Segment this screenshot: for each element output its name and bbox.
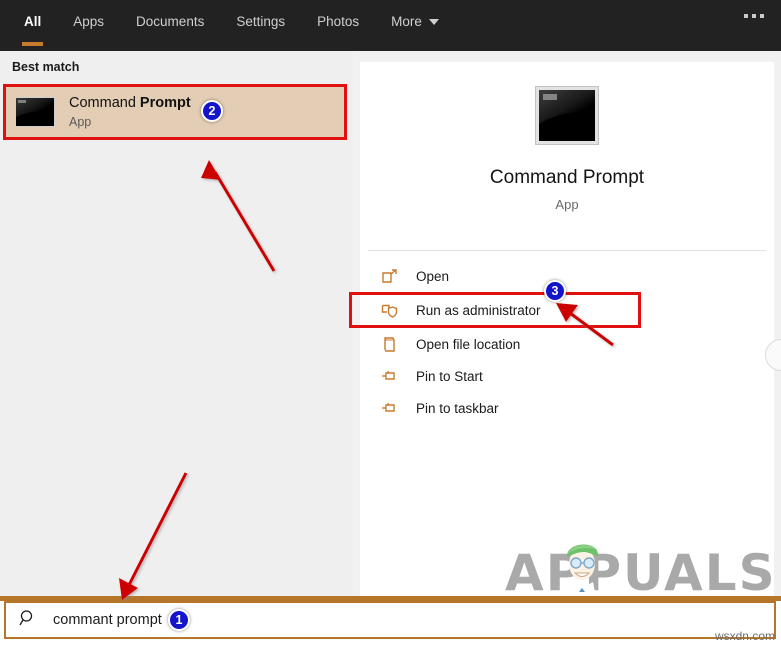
best-match-heading: Best match: [12, 60, 80, 74]
run-as-administrator-label: Run as administrator: [416, 302, 541, 318]
folder-icon: [380, 335, 398, 353]
tab-documents-label: Documents: [136, 14, 205, 29]
tab-documents[interactable]: Documents: [120, 0, 220, 43]
best-match-subtitle: App: [69, 114, 92, 129]
best-match-title: Command Prompt: [69, 94, 191, 112]
tab-all[interactable]: All: [8, 0, 57, 46]
tab-apps[interactable]: Apps: [57, 0, 120, 43]
tab-all-label: All: [24, 14, 42, 29]
tab-apps-label: Apps: [73, 14, 105, 29]
best-match-title-bold: Prompt: [139, 94, 191, 111]
chevron-down-icon: [428, 18, 439, 25]
shield-icon: [380, 301, 398, 319]
tab-more-label: More: [391, 14, 422, 29]
app-hero: Command Prompt App: [360, 62, 774, 249]
app-type: App: [555, 197, 579, 212]
app-title: Command Prompt: [489, 167, 645, 188]
step-badge-1: 1: [168, 609, 190, 631]
open-file-location-label: Open file location: [416, 336, 521, 352]
command-prompt-icon: [535, 86, 599, 145]
open-external-icon: [380, 267, 398, 285]
run-as-administrator-action[interactable]: Run as administrator: [349, 292, 641, 328]
search-icon: [19, 609, 37, 632]
app-detail-panel: Command Prompt App Open Run as administr…: [349, 51, 781, 596]
search-input[interactable]: commant prompt: [4, 601, 776, 639]
pin-to-start-label: Pin to Start: [416, 368, 483, 384]
command-prompt-icon: [15, 97, 55, 127]
ellipsis-icon[interactable]: [744, 14, 764, 18]
divider: [368, 250, 766, 251]
best-match-title-plain: Command: [69, 94, 140, 111]
step-badge-3: 3: [544, 280, 566, 302]
tab-more[interactable]: More: [375, 0, 455, 43]
pin-to-taskbar-action[interactable]: Pin to taskbar: [360, 392, 774, 424]
source-credit: wsxdn.com: [714, 629, 775, 643]
tab-settings[interactable]: Settings: [220, 0, 301, 43]
step-badge-2: 2: [201, 100, 223, 122]
tab-photos[interactable]: Photos: [301, 0, 375, 43]
open-file-location-action[interactable]: Open file location: [360, 328, 774, 360]
app-actions-list: Open Run as administrator Open file loca…: [349, 260, 774, 424]
top-navigation-bar: All Apps Documents Settings Photos More: [0, 0, 781, 51]
app-detail-card: Command Prompt App Open Run as administr…: [349, 62, 774, 596]
pin-to-taskbar-label: Pin to taskbar: [416, 400, 499, 416]
pin-icon: [380, 367, 398, 385]
open-action[interactable]: Open: [360, 260, 774, 292]
search-input-value: commant prompt: [53, 612, 162, 628]
search-category-tabs: All Apps Documents Settings Photos More: [0, 0, 455, 46]
best-match-result[interactable]: Command Prompt App: [3, 84, 347, 140]
open-action-label: Open: [416, 268, 450, 284]
best-match-text: Command Prompt App: [69, 94, 191, 131]
active-tab-underline: [22, 42, 44, 46]
tab-settings-label: Settings: [236, 14, 286, 29]
pin-icon: [380, 399, 398, 417]
tab-photos-label: Photos: [317, 14, 360, 29]
pin-to-start-action[interactable]: Pin to Start: [360, 360, 774, 392]
search-results-panel: Best match Command Prompt App: [0, 51, 353, 596]
